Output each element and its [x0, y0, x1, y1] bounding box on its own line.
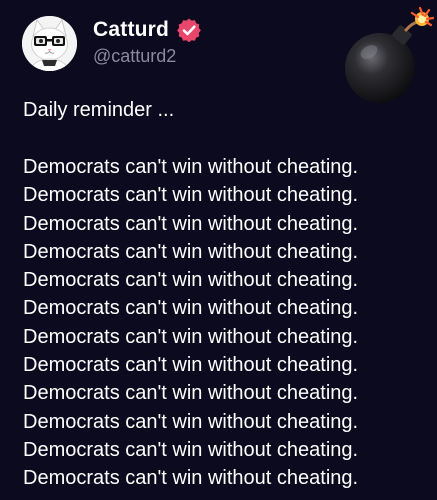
- tweet-line: Democrats can't win without cheating.: [23, 240, 359, 263]
- tweet-line: Democrats can't win without cheating.: [23, 212, 359, 235]
- verified-badge-icon: [176, 17, 202, 43]
- bomb-icon: [342, 6, 435, 106]
- author-block: Catturd @catturd2: [93, 16, 202, 67]
- avatar[interactable]: [22, 16, 77, 71]
- tweet-line: Democrats can't win without cheating.: [23, 438, 359, 461]
- tweet-line: Democrats can't win without cheating.: [23, 410, 359, 433]
- display-name[interactable]: Catturd: [93, 18, 169, 42]
- tweet-line: Democrats can't win without cheating.: [23, 184, 359, 207]
- tweet-line: Democrats can't win without cheating.: [23, 467, 359, 490]
- tweet-line: Democrats can't win without cheating.: [23, 156, 359, 178]
- tweet-line: Democrats can't win without cheating.: [23, 297, 359, 320]
- tweet-intro: Daily reminder ...: [23, 99, 175, 121]
- tweet-body: Democrats can't win without cheating. De…: [23, 153, 433, 493]
- tweet-line: Democrats can't win without cheating.: [23, 269, 359, 292]
- tweet-line: Democrats can't win without cheating.: [23, 325, 359, 348]
- name-row: Catturd: [93, 16, 202, 44]
- tweet-line: Democrats can't win without cheating.: [23, 382, 359, 405]
- cat-avatar-icon: [22, 16, 77, 71]
- handle[interactable]: @catturd2: [93, 46, 202, 67]
- tweet-card: Catturd @catturd2 Daily reminder ... Dem…: [0, 0, 437, 500]
- tweet-line: Democrats can't win without cheating.: [23, 354, 359, 377]
